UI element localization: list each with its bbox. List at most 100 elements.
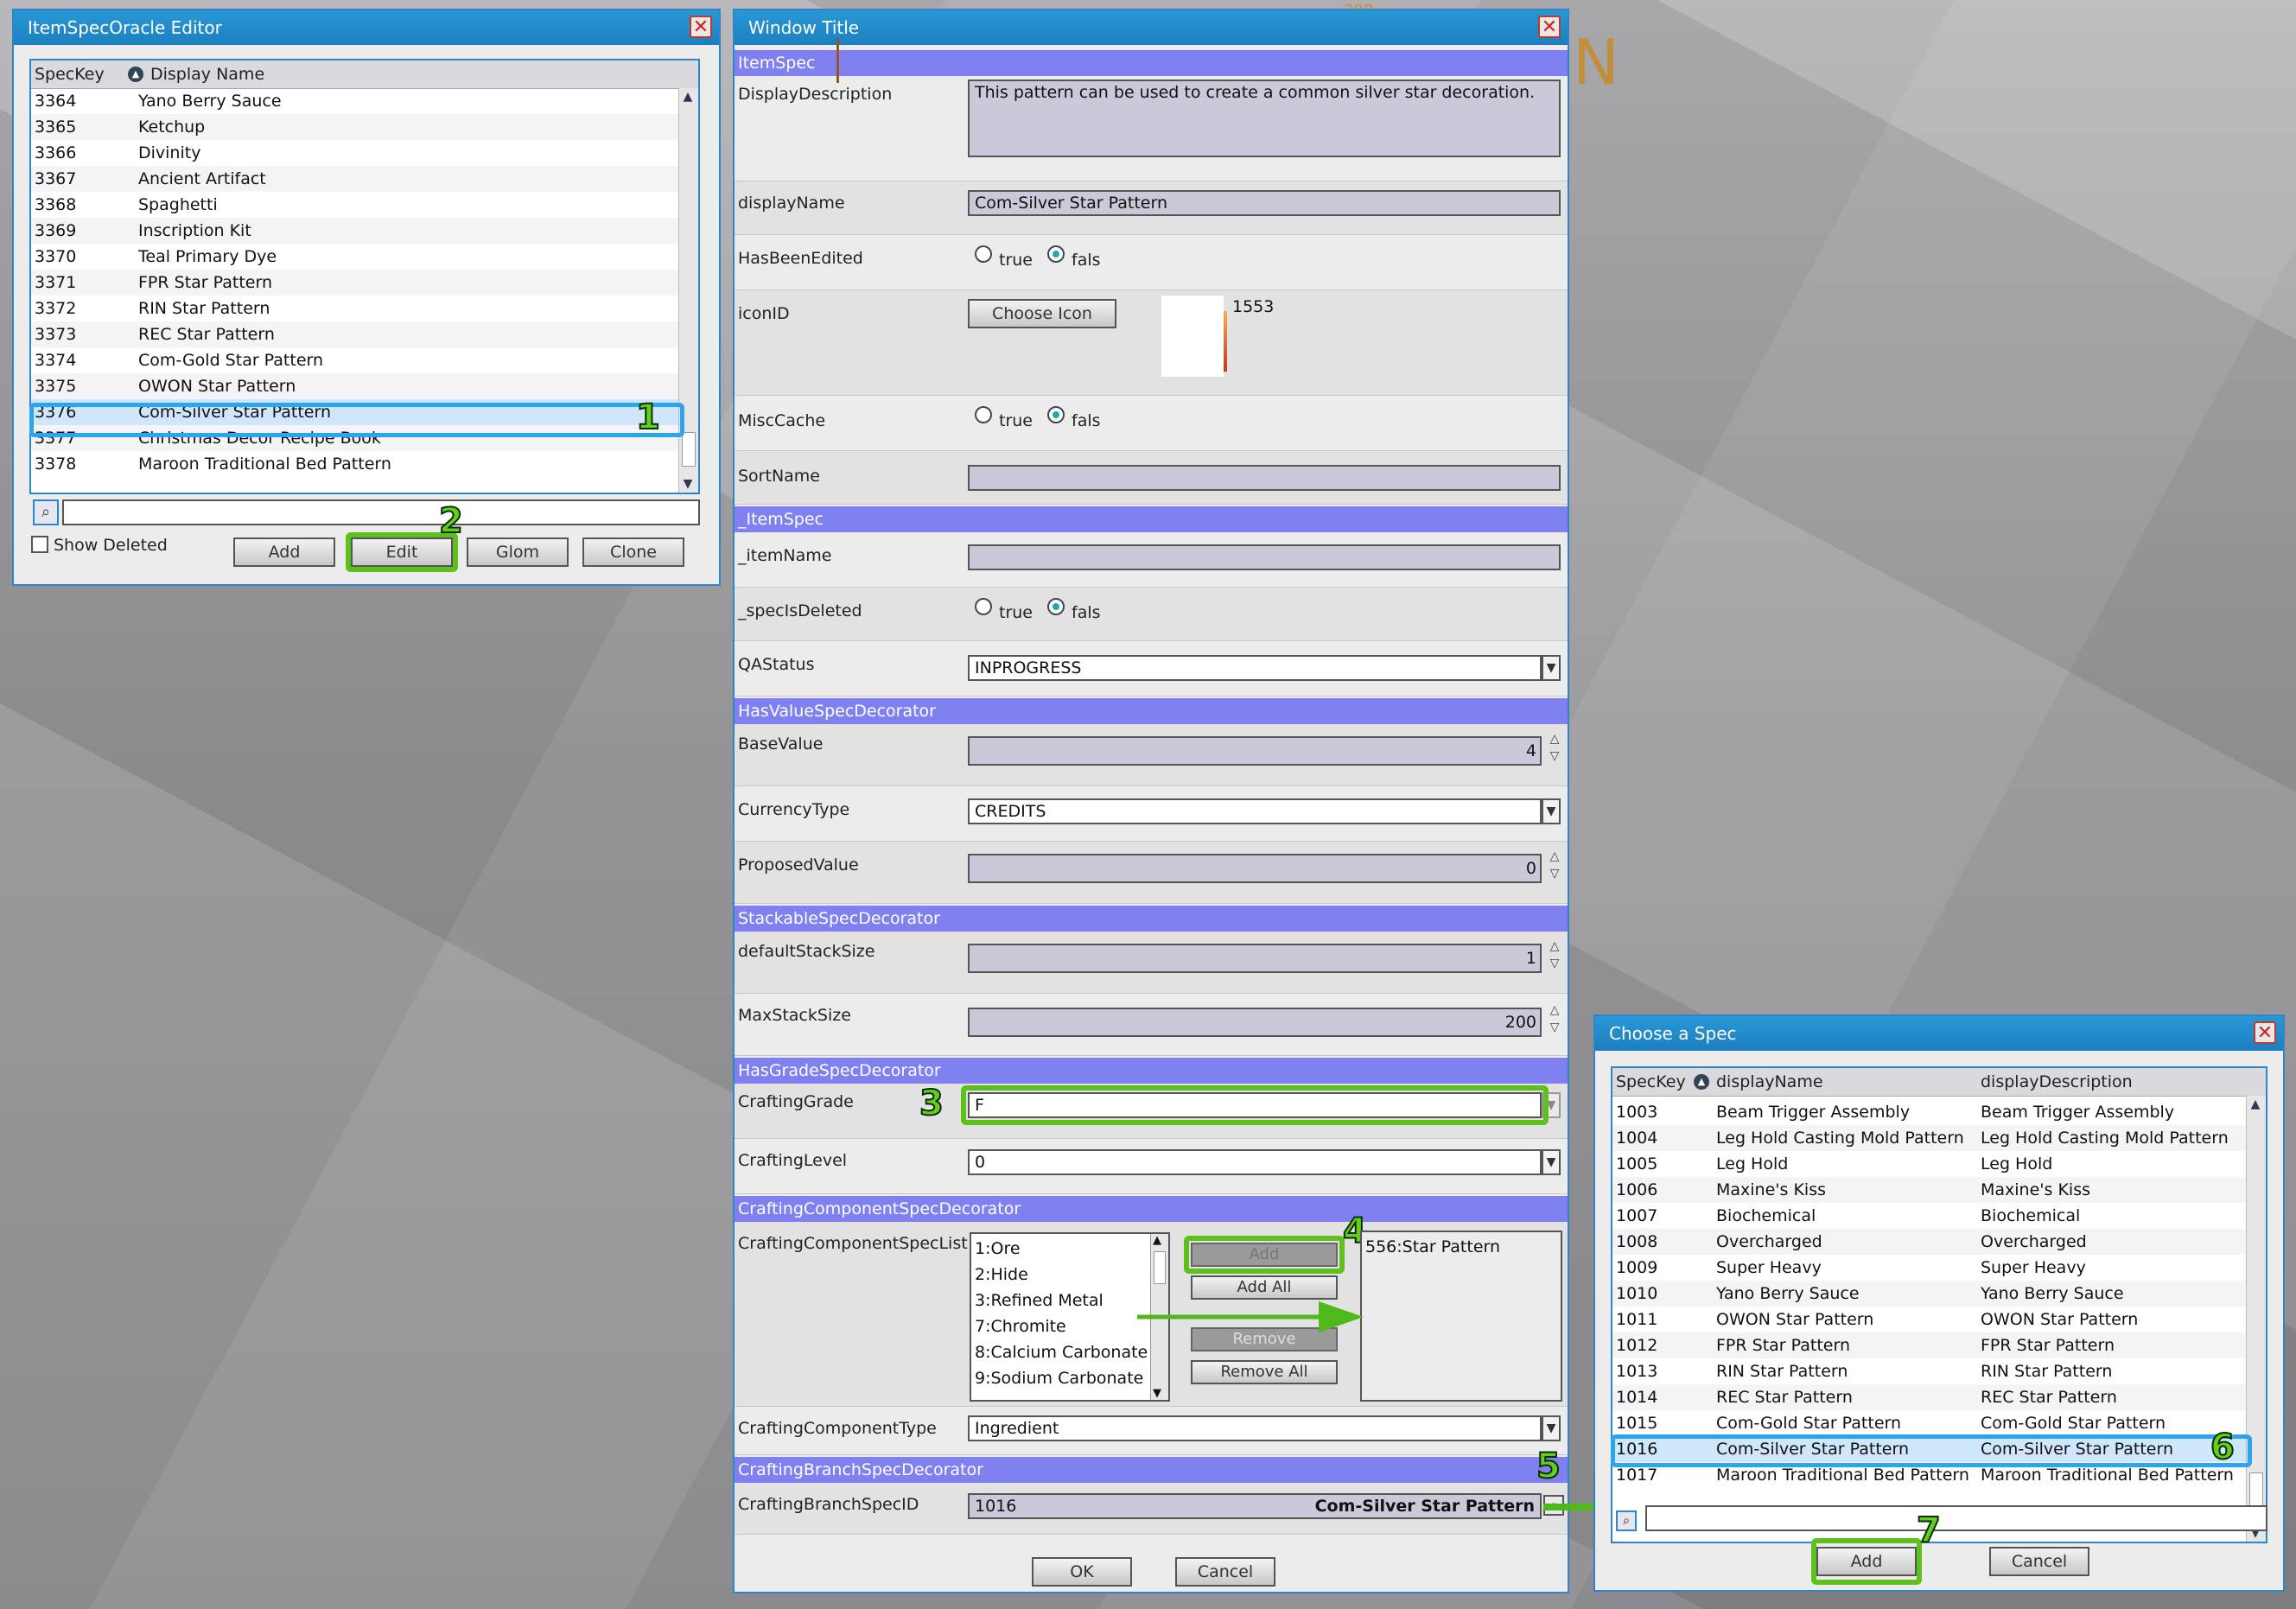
table-row[interactable]: 3369 Inscription Kit <box>31 218 681 244</box>
qa-status-select[interactable]: INPROGRESS <box>968 655 1542 681</box>
table-row[interactable]: 3371 FPR Star Pattern <box>31 270 681 296</box>
table-row[interactable]: 1006 Maxine's Kiss Maxine's Kiss <box>1612 1177 2248 1203</box>
clone-button[interactable]: Clone <box>582 537 684 567</box>
cancel-button[interactable]: Cancel <box>1175 1557 1275 1587</box>
max-stack-size-input[interactable]: 200 <box>968 1008 1542 1037</box>
list-item[interactable]: 7:Chromite <box>975 1317 1066 1336</box>
glom-button[interactable]: Glom <box>467 537 569 567</box>
base-value-spin-up-icon[interactable]: △ <box>1547 731 1562 747</box>
table-row[interactable]: 1016 Com-Silver Star Pattern Com-Silver St… <box>1612 1436 2248 1462</box>
spec-col-spec-key[interactable]: SpecKey <box>1616 1068 1686 1096</box>
list-item[interactable]: 1:Ore <box>975 1239 1021 1258</box>
choose-spec-close-icon[interactable]: ✕ <box>2254 1021 2276 1044</box>
choose-icon-button[interactable]: Choose Icon <box>968 299 1116 328</box>
table-row[interactable]: 1010 Yano Berry Sauce Yano Berry Sauce <box>1612 1281 2248 1307</box>
item-name-input[interactable] <box>968 544 1561 570</box>
component-remove-all-button[interactable]: Remove All <box>1191 1360 1338 1384</box>
has-been-edited-false-radio[interactable] <box>1047 245 1065 263</box>
list-item[interactable]: 3:Refined Metal <box>975 1291 1103 1310</box>
table-row[interactable]: 3370 Teal Primary Dye <box>31 244 681 270</box>
table-row[interactable]: 1015 Com-Gold Star Pattern Com-Gold Star P… <box>1612 1410 2248 1436</box>
sort-name-input[interactable] <box>968 465 1561 491</box>
table-row[interactable]: 1007 Biochemical Biochemical <box>1612 1203 2248 1229</box>
ok-button[interactable]: OK <box>1032 1557 1132 1587</box>
table-row[interactable]: 1013 RIN Star Pattern RIN Star Pattern <box>1612 1358 2248 1384</box>
table-row[interactable]: 3368 Spaghetti <box>31 192 681 218</box>
spec-search-button-icon[interactable]: ⌕ <box>1616 1510 1637 1531</box>
proposed-value-input[interactable]: 0 <box>968 854 1542 883</box>
spec-add-button[interactable]: Add <box>1816 1547 1917 1576</box>
table-row[interactable]: 3364 Yano Berry Sauce <box>31 88 681 114</box>
table-row[interactable]: 3376 Com-Silver Star Pattern <box>31 399 681 425</box>
item-list-scrollbar[interactable]: ▲ ▼ <box>678 88 698 493</box>
spec-scroll-thumb[interactable] <box>2249 1472 2263 1507</box>
misc-cache-false-radio[interactable] <box>1047 406 1065 423</box>
crafting-level-input[interactable]: 0 <box>968 1149 1542 1175</box>
currency-type-chevron-down-icon[interactable]: ▼ <box>1542 798 1561 824</box>
has-been-edited-true-radio[interactable] <box>975 245 992 263</box>
qa-status-chevron-down-icon[interactable]: ▼ <box>1542 655 1561 681</box>
item-list[interactable]: SpecKey ▲ Display Name 3364 Yano Berry Sa… <box>29 59 700 494</box>
display-description-textarea[interactable]: This pattern can be used to create a com… <box>968 79 1561 157</box>
spec-sort-asc-icon[interactable]: ▲ <box>1694 1074 1709 1090</box>
max-stack-size-spin-up-icon[interactable]: △ <box>1547 1002 1562 1018</box>
base-value-spin-down-icon[interactable]: ▽ <box>1547 748 1562 764</box>
table-row[interactable]: 1012 FPR Star Pattern FPR Star Pattern <box>1612 1332 2248 1358</box>
list-item[interactable]: 9:Sodium Carbonate <box>975 1369 1143 1388</box>
table-row[interactable]: 1004 Leg Hold Casting Mold Pattern Leg Hol… <box>1612 1125 2248 1151</box>
table-row[interactable]: 3366 Divinity <box>31 140 681 166</box>
table-row[interactable]: 3377 Christmas Decor Recipe Book <box>31 425 681 451</box>
table-row[interactable]: 3374 Com-Gold Star Pattern <box>31 347 681 373</box>
spec-col-display-description[interactable]: displayDescription <box>1981 1068 2133 1096</box>
spec-search-input[interactable] <box>1645 1505 2267 1531</box>
table-row[interactable]: 3365 Ketchup <box>31 114 681 140</box>
choose-spec-titlebar[interactable]: Choose a Spec <box>1595 1016 2283 1051</box>
add-button[interactable]: Add <box>233 537 335 567</box>
item-editor-titlebar[interactable]: ItemSpecOracle Editor <box>14 10 719 45</box>
item-search-input[interactable] <box>62 499 700 525</box>
list-item[interactable]: 8:Calcium Carbonate - <box>975 1343 1159 1362</box>
table-row[interactable]: 1008 Overcharged Overcharged <box>1612 1229 2248 1255</box>
default-stack-size-input[interactable]: 1 <box>968 944 1542 973</box>
proposed-value-spin-down-icon[interactable]: ▽ <box>1547 866 1562 881</box>
table-row[interactable]: 3367 Ancient Artifact <box>31 166 681 192</box>
table-row[interactable]: 3375 OWON Star Pattern <box>31 373 681 399</box>
default-stack-size-spin-up-icon[interactable]: △ <box>1547 938 1562 954</box>
component-scroll-thumb[interactable] <box>1154 1251 1166 1284</box>
spec-list[interactable]: SpecKey ▲ displayName displayDescription… <box>1611 1066 2267 1543</box>
spec-list-scrollbar[interactable]: ▲ ▼ <box>2246 1096 2266 1542</box>
max-stack-size-spin-down-icon[interactable]: ▽ <box>1547 1020 1562 1035</box>
col-spec-key[interactable]: SpecKey <box>35 60 105 88</box>
list-item[interactable]: 556:Star Pattern <box>1365 1237 1500 1256</box>
scroll-up-icon[interactable]: ▲ <box>681 90 695 104</box>
table-row[interactable]: 3373 REC Star Pattern <box>31 321 681 347</box>
table-row[interactable]: 1014 REC Star Pattern REC Star Pattern <box>1612 1384 2248 1410</box>
spec-editor-close-icon[interactable]: ✕ <box>1538 16 1561 38</box>
misc-cache-true-radio[interactable] <box>975 406 992 423</box>
item-search-icon[interactable]: ⌕ <box>33 499 59 525</box>
base-value-input[interactable]: 4 <box>968 736 1542 766</box>
currency-type-select[interactable]: CREDITS <box>968 798 1542 824</box>
crafting-level-chevron-down-icon[interactable]: ▼ <box>1542 1149 1561 1175</box>
spec-is-deleted-false-radio[interactable] <box>1047 598 1065 615</box>
crafting-grade-input[interactable]: F <box>968 1092 1542 1118</box>
component-scroll-down-icon[interactable]: ▼ <box>1153 1387 1161 1400</box>
table-row[interactable]: 1003 Beam Trigger Assembly Beam Trigger As… <box>1612 1099 2248 1125</box>
spec-scroll-up-icon[interactable]: ▲ <box>2248 1097 2262 1111</box>
crafting-component-type-select[interactable]: Ingredient <box>968 1415 1542 1441</box>
table-row[interactable]: 1017 Maroon Traditional Bed Pattern Maroon… <box>1612 1462 2248 1488</box>
table-row[interactable]: 1011 OWON Star Pattern OWON Star Pattern <box>1612 1307 2248 1332</box>
list-item[interactable]: 2:Hide <box>975 1265 1028 1284</box>
spec-editor-titlebar[interactable]: Window Title <box>735 10 1568 45</box>
table-row[interactable]: 3378 Maroon Traditional Bed Pattern <box>31 451 681 477</box>
component-add-button[interactable]: Add <box>1191 1243 1338 1267</box>
table-row[interactable]: 3372 RIN Star Pattern <box>31 296 681 321</box>
show-deleted-checkbox[interactable] <box>31 536 48 553</box>
component-selected-list[interactable]: 556:Star Pattern <box>1360 1231 1562 1402</box>
crafting-grade-chevron-down-icon[interactable]: ▼ <box>1542 1092 1561 1118</box>
default-stack-size-spin-down-icon[interactable]: ▽ <box>1547 956 1562 971</box>
sort-asc-icon[interactable]: ▲ <box>128 67 143 82</box>
spec-cancel-button[interactable]: Cancel <box>1989 1547 2089 1576</box>
component-scroll-up-icon[interactable]: ▲ <box>1153 1234 1161 1247</box>
crafting-component-type-chevron-down-icon[interactable]: ▼ <box>1542 1415 1561 1441</box>
